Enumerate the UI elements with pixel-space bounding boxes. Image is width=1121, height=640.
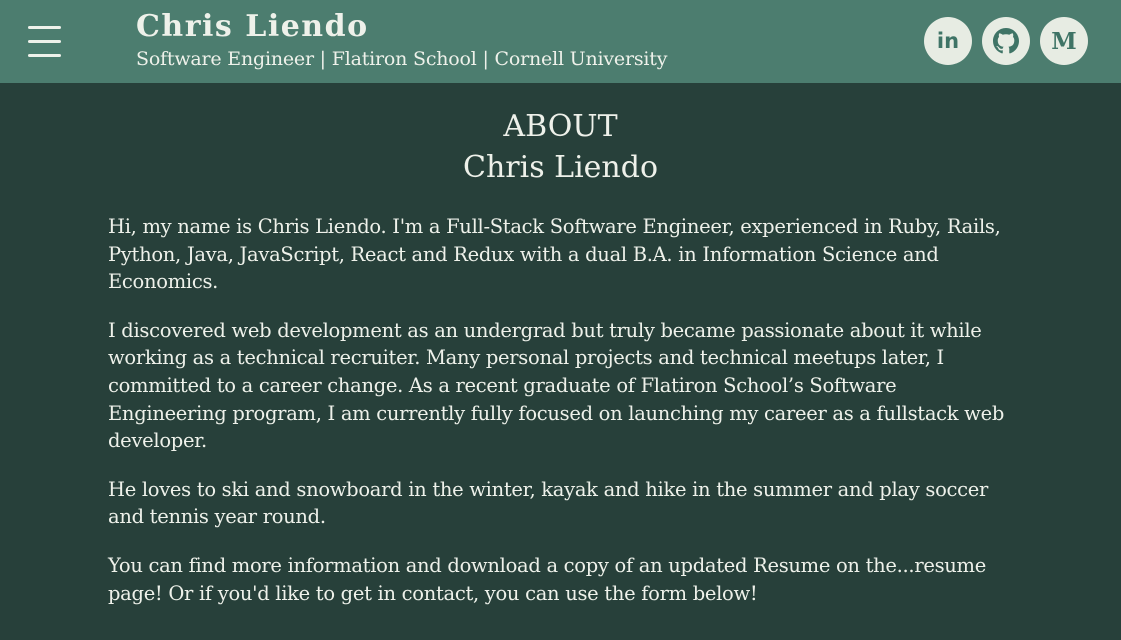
about-section-heading: ABOUT Chris Liendo bbox=[0, 106, 1121, 188]
site-title[interactable]: Chris Liendo bbox=[136, 9, 369, 44]
menu-bar bbox=[28, 54, 61, 57]
about-name: Chris Liendo bbox=[463, 150, 658, 185]
github-icon bbox=[993, 28, 1019, 54]
site-subtitle: Software Engineer | Flatiron School | Co… bbox=[136, 48, 668, 70]
site-header: Chris Liendo Software Engineer | Flatiro… bbox=[0, 0, 1121, 83]
bio-paragraph: Hi, my name is Chris Liendo. I'm a Full-… bbox=[108, 215, 1001, 294]
about-body: Hi, my name is Chris Liendo. I'm a Full-… bbox=[108, 213, 1013, 628]
bio-paragraph: He loves to ski and snowboard in the win… bbox=[108, 477, 989, 529]
linkedin-icon: in bbox=[936, 28, 960, 53]
medium-button[interactable]: M bbox=[1040, 17, 1088, 65]
menu-bar bbox=[28, 26, 61, 29]
about-title: ABOUT bbox=[503, 109, 618, 144]
hamburger-menu-icon[interactable] bbox=[28, 24, 62, 58]
bio-paragraph: I discovered web development as an under… bbox=[108, 318, 1004, 453]
medium-icon: M bbox=[1051, 27, 1077, 55]
linkedin-button[interactable]: in bbox=[924, 17, 972, 65]
bio-paragraph: You can find more information and downlo… bbox=[108, 553, 986, 605]
github-button[interactable] bbox=[982, 17, 1030, 65]
menu-bar bbox=[28, 40, 61, 43]
